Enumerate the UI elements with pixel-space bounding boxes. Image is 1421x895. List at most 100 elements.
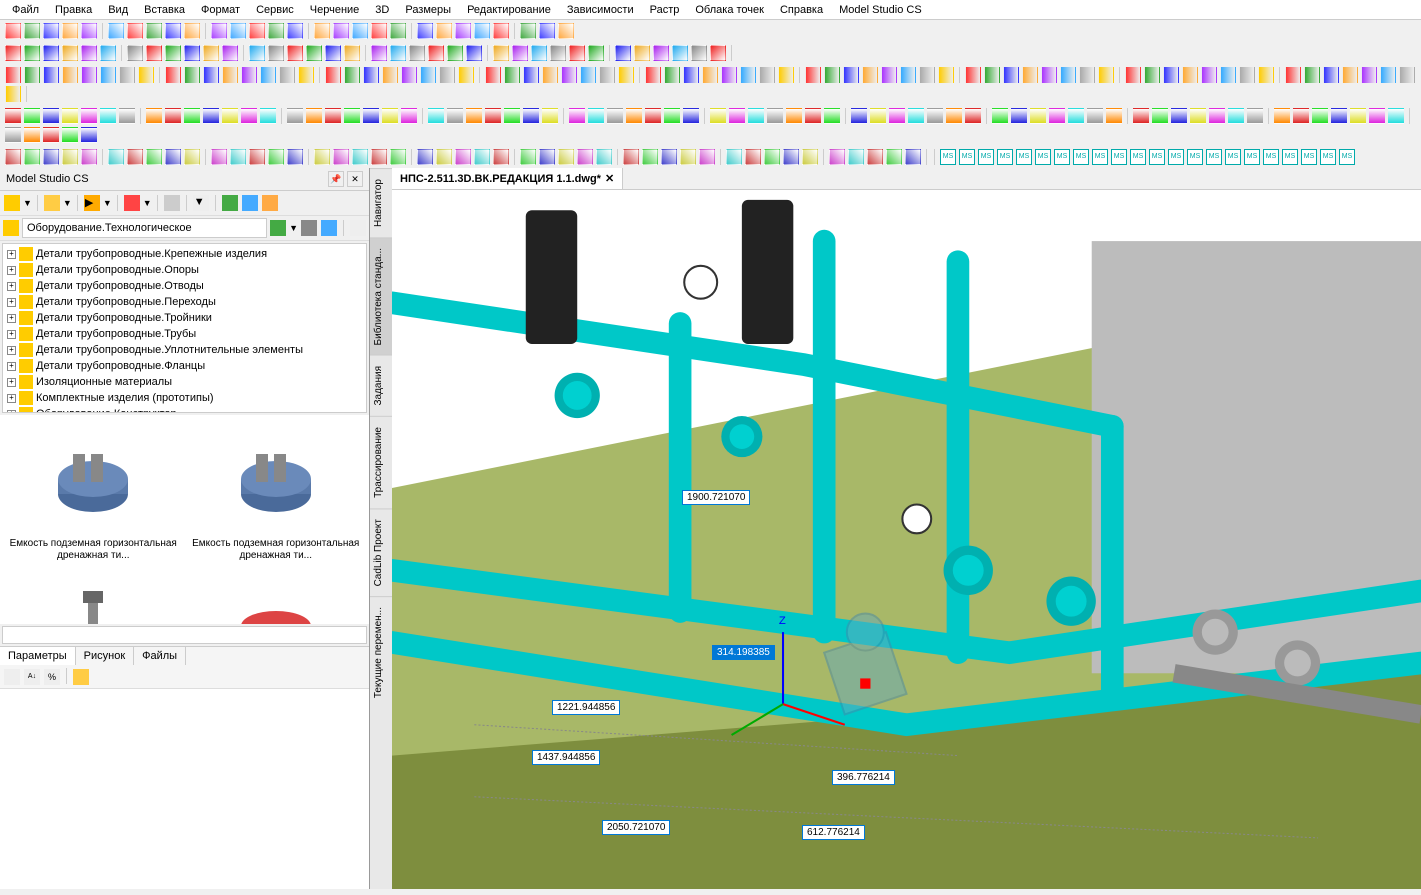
- tool-icon[interactable]: [371, 23, 387, 39]
- menu-draw[interactable]: Черчение: [302, 2, 368, 17]
- side-tab-navigator[interactable]: Навигатор: [370, 168, 392, 237]
- tool-icon[interactable]: [550, 45, 566, 61]
- tool-icon[interactable]: [230, 23, 246, 39]
- tool-icon[interactable]: [493, 45, 509, 61]
- tool-icon[interactable]: [1209, 108, 1225, 124]
- tree-item[interactable]: +Детали трубопроводные.Уплотнительные эл…: [5, 342, 364, 358]
- tool-icon[interactable]: [1125, 67, 1141, 83]
- tool-icon[interactable]: [268, 45, 284, 61]
- tool-icon[interactable]: [5, 86, 21, 102]
- grid-icon[interactable]: [164, 195, 180, 211]
- tool-icon[interactable]: [1312, 108, 1328, 124]
- tool-icon[interactable]: [203, 45, 219, 61]
- tool-icon[interactable]: [905, 149, 921, 165]
- tool-icon[interactable]: [401, 67, 417, 83]
- tool-icon[interactable]: [1331, 108, 1347, 124]
- menu-view[interactable]: Вид: [100, 2, 136, 17]
- tool-icon[interactable]: [1304, 67, 1320, 83]
- menu-file[interactable]: Файл: [4, 2, 47, 17]
- ms-icon[interactable]: MS: [1225, 149, 1241, 165]
- ms-icon[interactable]: MS: [1168, 149, 1184, 165]
- tool-icon[interactable]: [203, 108, 219, 124]
- tool-icon[interactable]: [569, 45, 585, 61]
- ms-icon[interactable]: MS: [1092, 149, 1108, 165]
- tool-icon[interactable]: [81, 23, 97, 39]
- tool-icon[interactable]: [43, 149, 59, 165]
- tool-icon[interactable]: [363, 67, 379, 83]
- tool-icon[interactable]: [287, 45, 303, 61]
- tool-icon[interactable]: [542, 67, 558, 83]
- tool-icon[interactable]: [24, 127, 40, 143]
- az-icon[interactable]: A↓: [24, 669, 40, 685]
- tool-icon[interactable]: [886, 149, 902, 165]
- menu-edit[interactable]: Правка: [47, 2, 100, 17]
- tool-icon[interactable]: [759, 67, 775, 83]
- tool-icon[interactable]: [1274, 108, 1290, 124]
- tool-icon[interactable]: [222, 108, 238, 124]
- menu-raster[interactable]: Растр: [642, 2, 688, 17]
- category-icon[interactable]: [3, 220, 19, 236]
- tool-icon[interactable]: [485, 108, 501, 124]
- tool-icon[interactable]: [81, 45, 97, 61]
- tool-icon[interactable]: [1239, 67, 1255, 83]
- tool-icon[interactable]: [81, 108, 97, 124]
- prop-search-input[interactable]: [2, 626, 367, 644]
- perc-icon[interactable]: %: [44, 669, 60, 685]
- tool-icon[interactable]: [184, 45, 200, 61]
- tool-icon[interactable]: [62, 67, 78, 83]
- tool-icon[interactable]: [691, 45, 707, 61]
- refresh-icon[interactable]: [222, 195, 238, 211]
- menu-pointcloud[interactable]: Облака точек: [687, 2, 772, 17]
- tool-icon[interactable]: [222, 67, 238, 83]
- tree-item[interactable]: +Детали трубопроводные.Трубы: [5, 326, 364, 342]
- tool-icon[interactable]: [618, 67, 634, 83]
- tool-icon[interactable]: [43, 108, 59, 124]
- tree-item[interactable]: +Детали трубопроводные.Тройники: [5, 310, 364, 326]
- ms-icon[interactable]: MS: [1339, 149, 1355, 165]
- tool-icon[interactable]: [569, 108, 585, 124]
- tool-icon[interactable]: [805, 108, 821, 124]
- tool-icon[interactable]: [1342, 67, 1358, 83]
- tool-icon[interactable]: [1182, 67, 1198, 83]
- tool-icon[interactable]: [100, 67, 116, 83]
- tool-icon[interactable]: [108, 23, 124, 39]
- side-tab-cadlib[interactable]: CadLib Проект: [370, 508, 392, 596]
- tool-icon[interactable]: [1106, 108, 1122, 124]
- tool-icon[interactable]: [371, 45, 387, 61]
- tool-icon[interactable]: [146, 45, 162, 61]
- tool-icon[interactable]: [558, 23, 574, 39]
- tool-icon[interactable]: [390, 23, 406, 39]
- ms-icon[interactable]: MS: [978, 149, 994, 165]
- tool-icon[interactable]: [146, 23, 162, 39]
- tool-icon[interactable]: [43, 23, 59, 39]
- tool-icon[interactable]: [127, 45, 143, 61]
- tool-icon[interactable]: [1022, 67, 1038, 83]
- gallery-item[interactable]: Пожарный гидрант DUO GOST №5030: [4, 571, 183, 624]
- tool-icon[interactable]: [577, 149, 593, 165]
- tool-icon[interactable]: [726, 149, 742, 165]
- tree-item[interactable]: +Детали трубопроводные.Отводы: [5, 278, 364, 294]
- tool-icon[interactable]: [5, 45, 21, 61]
- tool-icon[interactable]: [24, 67, 40, 83]
- menu-format[interactable]: Формат: [193, 2, 248, 17]
- tool-icon[interactable]: [588, 45, 604, 61]
- tool-icon[interactable]: [870, 108, 886, 124]
- tool-icon[interactable]: [1190, 108, 1206, 124]
- tab-drawing[interactable]: Рисунок: [76, 647, 135, 665]
- menu-dimensions[interactable]: Размеры: [397, 2, 459, 17]
- tool-icon[interactable]: [1388, 108, 1404, 124]
- tool-icon[interactable]: [1003, 67, 1019, 83]
- tool-icon[interactable]: [805, 67, 821, 83]
- tool-icon[interactable]: [5, 23, 21, 39]
- ms-icon[interactable]: MS: [1244, 149, 1260, 165]
- tree-item[interactable]: +Детали трубопроводные.Фланцы: [5, 358, 364, 374]
- tool-icon[interactable]: [325, 45, 341, 61]
- tool-icon[interactable]: [664, 108, 680, 124]
- tool-icon[interactable]: [390, 45, 406, 61]
- copy-icon[interactable]: [73, 669, 89, 685]
- tool-icon[interactable]: [1399, 67, 1415, 83]
- tool-icon[interactable]: [1079, 67, 1095, 83]
- tool-icon[interactable]: [306, 45, 322, 61]
- tool-icon[interactable]: [165, 67, 181, 83]
- tool-icon[interactable]: [539, 23, 555, 39]
